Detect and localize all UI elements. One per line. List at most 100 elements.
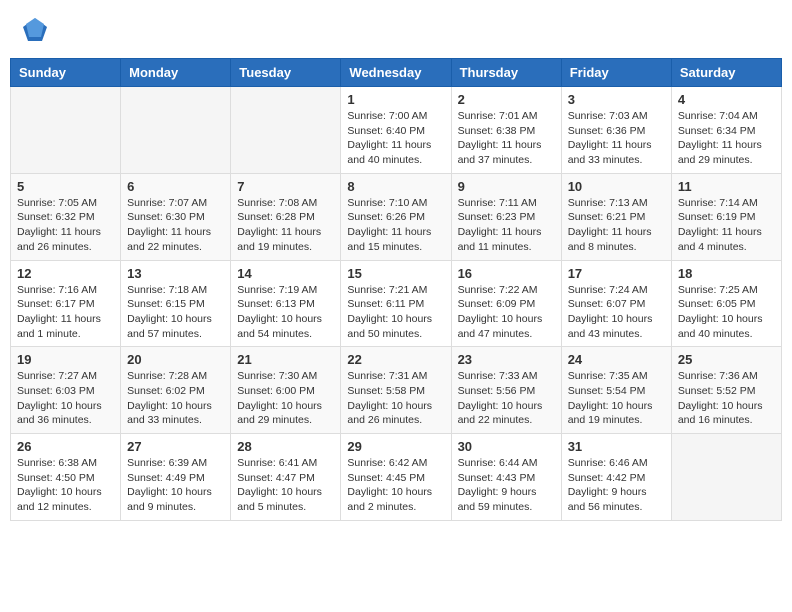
day-info: Sunrise: 7:18 AM Sunset: 6:15 PM Dayligh…: [127, 283, 224, 342]
day-info: Sunrise: 7:05 AM Sunset: 6:32 PM Dayligh…: [17, 196, 114, 255]
page-header: [10, 10, 782, 50]
day-info: Sunrise: 7:01 AM Sunset: 6:38 PM Dayligh…: [458, 109, 555, 168]
day-number: 2: [458, 92, 555, 107]
day-number: 15: [347, 266, 444, 281]
day-info: Sunrise: 7:16 AM Sunset: 6:17 PM Dayligh…: [17, 283, 114, 342]
day-info: Sunrise: 7:14 AM Sunset: 6:19 PM Dayligh…: [678, 196, 775, 255]
calendar-cell: 10Sunrise: 7:13 AM Sunset: 6:21 PM Dayli…: [561, 173, 671, 260]
day-info: Sunrise: 7:13 AM Sunset: 6:21 PM Dayligh…: [568, 196, 665, 255]
day-number: 12: [17, 266, 114, 281]
day-number: 23: [458, 352, 555, 367]
calendar-cell: 9 Sunrise: 7:11 AM Sunset: 6:23 PM Daylig…: [451, 173, 561, 260]
calendar-cell: 6Sunrise: 7:07 AM Sunset: 6:30 PM Daylig…: [121, 173, 231, 260]
day-info: Sunrise: 6:46 AM Sunset: 4:42 PM Dayligh…: [568, 456, 665, 515]
calendar-cell: 15 Sunrise: 7:21 AM Sunset: 6:11 PM Dayli…: [341, 260, 451, 347]
day-info: Sunrise: 7:36 AM Sunset: 5:52 PM Dayligh…: [678, 369, 775, 428]
calendar-cell: 12 Sunrise: 7:16 AM Sunset: 6:17 PM Dayli…: [11, 260, 121, 347]
calendar-cell: 4 Sunrise: 7:04 AM Sunset: 6:34 PM Daylig…: [671, 87, 781, 174]
calendar-cell: [11, 87, 121, 174]
calendar-cell: 22Sunrise: 7:31 AM Sunset: 5:58 PM Dayli…: [341, 347, 451, 434]
calendar-cell: [671, 434, 781, 521]
calendar-cell: 26Sunrise: 6:38 AM Sunset: 4:50 PM Dayli…: [11, 434, 121, 521]
day-number: 30: [458, 439, 555, 454]
day-number: 29: [347, 439, 444, 454]
calendar-cell: 19 Sunrise: 7:27 AM Sunset: 6:03 PM Dayli…: [11, 347, 121, 434]
calendar-cell: 20Sunrise: 7:28 AM Sunset: 6:02 PM Dayli…: [121, 347, 231, 434]
calendar-cell: 16Sunrise: 7:22 AM Sunset: 6:09 PM Dayli…: [451, 260, 561, 347]
day-info: Sunrise: 6:39 AM Sunset: 4:49 PM Dayligh…: [127, 456, 224, 515]
day-info: Sunrise: 6:41 AM Sunset: 4:47 PM Dayligh…: [237, 456, 334, 515]
day-number: 5: [17, 179, 114, 194]
calendar-cell: 17 Sunrise: 7:24 AM Sunset: 6:07 PM Dayli…: [561, 260, 671, 347]
calendar-cell: 24 Sunrise: 7:35 AM Sunset: 5:54 PM Dayli…: [561, 347, 671, 434]
logo: [20, 15, 54, 45]
weekday-header-row: SundayMondayTuesdayWednesdayThursdayFrid…: [11, 59, 782, 87]
calendar-cell: 5 Sunrise: 7:05 AM Sunset: 6:32 PM Daylig…: [11, 173, 121, 260]
day-info: Sunrise: 7:27 AM Sunset: 6:03 PM Dayligh…: [17, 369, 114, 428]
day-number: 13: [127, 266, 224, 281]
day-info: Sunrise: 7:03 AM Sunset: 6:36 PM Dayligh…: [568, 109, 665, 168]
weekday-header: Sunday: [11, 59, 121, 87]
calendar-cell: 27Sunrise: 6:39 AM Sunset: 4:49 PM Dayli…: [121, 434, 231, 521]
calendar-week-row: 26Sunrise: 6:38 AM Sunset: 4:50 PM Dayli…: [11, 434, 782, 521]
calendar-cell: 13 Sunrise: 7:18 AM Sunset: 6:15 PM Dayli…: [121, 260, 231, 347]
calendar-cell: 3 Sunrise: 7:03 AM Sunset: 6:36 PM Daylig…: [561, 87, 671, 174]
weekday-header: Thursday: [451, 59, 561, 87]
calendar-table: SundayMondayTuesdayWednesdayThursdayFrid…: [10, 58, 782, 521]
day-info: Sunrise: 7:11 AM Sunset: 6:23 PM Dayligh…: [458, 196, 555, 255]
day-number: 24: [568, 352, 665, 367]
calendar-week-row: 19 Sunrise: 7:27 AM Sunset: 6:03 PM Dayli…: [11, 347, 782, 434]
logo-icon: [20, 15, 50, 45]
calendar-cell: 14Sunrise: 7:19 AM Sunset: 6:13 PM Dayli…: [231, 260, 341, 347]
calendar-cell: 2 Sunrise: 7:01 AM Sunset: 6:38 PM Daylig…: [451, 87, 561, 174]
day-info: Sunrise: 6:44 AM Sunset: 4:43 PM Dayligh…: [458, 456, 555, 515]
day-number: 14: [237, 266, 334, 281]
calendar-week-row: 1 Sunrise: 7:00 AM Sunset: 6:40 PM Daylig…: [11, 87, 782, 174]
day-number: 26: [17, 439, 114, 454]
day-info: Sunrise: 7:21 AM Sunset: 6:11 PM Dayligh…: [347, 283, 444, 342]
day-number: 3: [568, 92, 665, 107]
day-number: 17: [568, 266, 665, 281]
calendar-week-row: 5 Sunrise: 7:05 AM Sunset: 6:32 PM Daylig…: [11, 173, 782, 260]
calendar-cell: 7 Sunrise: 7:08 AM Sunset: 6:28 PM Daylig…: [231, 173, 341, 260]
day-number: 18: [678, 266, 775, 281]
day-number: 1: [347, 92, 444, 107]
weekday-header: Monday: [121, 59, 231, 87]
day-info: Sunrise: 7:24 AM Sunset: 6:07 PM Dayligh…: [568, 283, 665, 342]
day-number: 28: [237, 439, 334, 454]
calendar-cell: 30 Sunrise: 6:44 AM Sunset: 4:43 PM Dayli…: [451, 434, 561, 521]
day-info: Sunrise: 7:31 AM Sunset: 5:58 PM Dayligh…: [347, 369, 444, 428]
day-number: 4: [678, 92, 775, 107]
calendar-cell: [121, 87, 231, 174]
day-info: Sunrise: 7:08 AM Sunset: 6:28 PM Dayligh…: [237, 196, 334, 255]
calendar-week-row: 12 Sunrise: 7:16 AM Sunset: 6:17 PM Dayli…: [11, 260, 782, 347]
day-info: Sunrise: 7:30 AM Sunset: 6:00 PM Dayligh…: [237, 369, 334, 428]
calendar-cell: 28 Sunrise: 6:41 AM Sunset: 4:47 PM Dayli…: [231, 434, 341, 521]
calendar-cell: 29 Sunrise: 6:42 AM Sunset: 4:45 PM Dayli…: [341, 434, 451, 521]
calendar-cell: 21 Sunrise: 7:30 AM Sunset: 6:00 PM Dayli…: [231, 347, 341, 434]
calendar-cell: 18 Sunrise: 7:25 AM Sunset: 6:05 PM Dayli…: [671, 260, 781, 347]
calendar-cell: 31 Sunrise: 6:46 AM Sunset: 4:42 PM Dayli…: [561, 434, 671, 521]
calendar-cell: 23Sunrise: 7:33 AM Sunset: 5:56 PM Dayli…: [451, 347, 561, 434]
day-info: Sunrise: 7:25 AM Sunset: 6:05 PM Dayligh…: [678, 283, 775, 342]
calendar-cell: 1 Sunrise: 7:00 AM Sunset: 6:40 PM Daylig…: [341, 87, 451, 174]
day-number: 16: [458, 266, 555, 281]
weekday-header: Friday: [561, 59, 671, 87]
day-number: 20: [127, 352, 224, 367]
day-number: 8: [347, 179, 444, 194]
day-number: 21: [237, 352, 334, 367]
calendar-cell: 8 Sunrise: 7:10 AM Sunset: 6:26 PM Daylig…: [341, 173, 451, 260]
day-number: 7: [237, 179, 334, 194]
day-info: Sunrise: 6:42 AM Sunset: 4:45 PM Dayligh…: [347, 456, 444, 515]
day-info: Sunrise: 7:07 AM Sunset: 6:30 PM Dayligh…: [127, 196, 224, 255]
day-number: 19: [17, 352, 114, 367]
calendar-cell: 25 Sunrise: 7:36 AM Sunset: 5:52 PM Dayli…: [671, 347, 781, 434]
day-number: 31: [568, 439, 665, 454]
day-info: Sunrise: 7:35 AM Sunset: 5:54 PM Dayligh…: [568, 369, 665, 428]
day-number: 9: [458, 179, 555, 194]
day-info: Sunrise: 7:04 AM Sunset: 6:34 PM Dayligh…: [678, 109, 775, 168]
day-info: Sunrise: 7:00 AM Sunset: 6:40 PM Dayligh…: [347, 109, 444, 168]
day-info: Sunrise: 7:10 AM Sunset: 6:26 PM Dayligh…: [347, 196, 444, 255]
day-number: 25: [678, 352, 775, 367]
calendar-cell: 11Sunrise: 7:14 AM Sunset: 6:19 PM Dayli…: [671, 173, 781, 260]
